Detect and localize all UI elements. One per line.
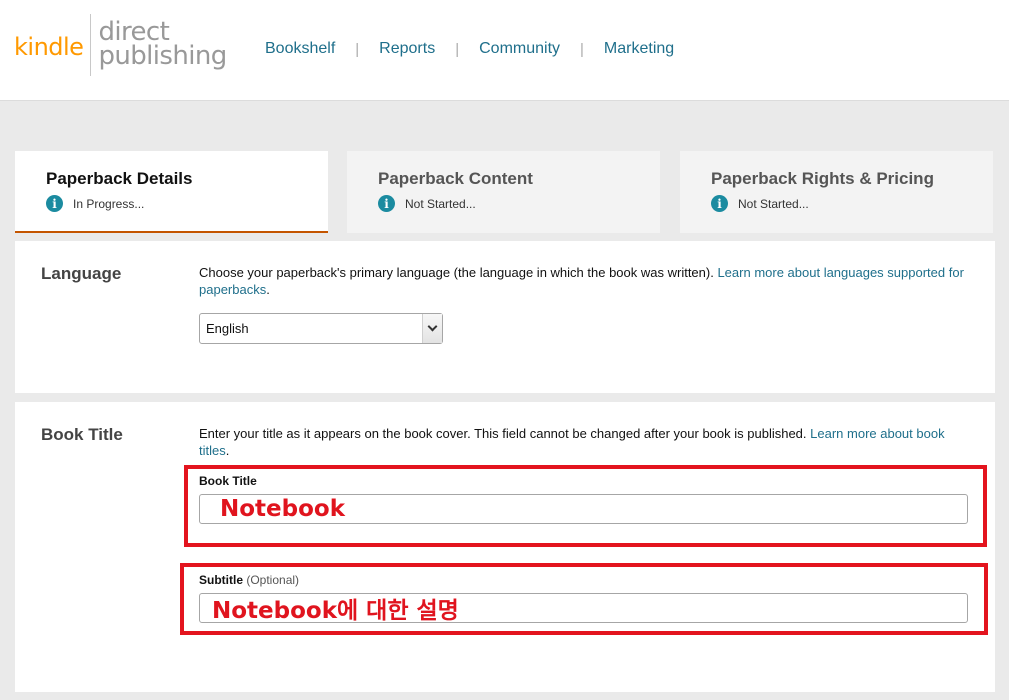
info-icon: i <box>378 195 395 212</box>
tab-paperback-rights-pricing[interactable]: Paperback Rights & Pricing i Not Started… <box>680 151 993 233</box>
book-title-desc-text: Enter your title as it appears on the bo… <box>199 426 807 441</box>
nav-community[interactable]: Community <box>479 40 560 58</box>
book-title-panel: Book Title Enter your title as it appear… <box>15 402 995 692</box>
logo-kindle-text: kindle <box>14 33 84 61</box>
highlight-box-subtitle <box>180 563 988 635</box>
tab-status-text: Not Started... <box>405 196 476 211</box>
section-label-language: Language <box>41 264 122 283</box>
book-title-description: Enter your title as it appears on the bo… <box>199 425 969 459</box>
nav-separator: | <box>455 40 460 58</box>
tab-paperback-content[interactable]: Paperback Content i Not Started... <box>347 151 660 233</box>
tab-status-text: In Progress... <box>73 196 145 211</box>
main-nav: Bookshelf | Reports | Community | Market… <box>265 40 674 58</box>
language-selected-value: English <box>206 321 249 336</box>
tab-status: i Not Started... <box>711 195 993 212</box>
language-desc-text: Choose your paperback's primary language… <box>199 265 714 280</box>
tab-status: i Not Started... <box>378 195 660 212</box>
logo-kdp-text: direct publishing <box>98 19 227 71</box>
nav-separator: | <box>355 40 360 58</box>
tab-title: Paperback Content <box>378 169 533 188</box>
language-description: Choose your paperback's primary language… <box>199 264 969 298</box>
tab-paperback-details[interactable]: Paperback Details i In Progress... <box>15 151 328 233</box>
chevron-down-icon[interactable] <box>422 314 442 343</box>
nav-separator: | <box>580 40 584 58</box>
top-header: kindle direct publishing Bookshelf | Rep… <box>0 0 1009 101</box>
tab-title: Paperback Details <box>46 169 193 188</box>
nav-bookshelf[interactable]: Bookshelf <box>265 40 335 58</box>
info-icon: i <box>711 195 728 212</box>
highlight-box-book-title <box>184 465 987 547</box>
kdp-logo[interactable]: kindle direct publishing <box>14 14 227 78</box>
info-icon: i <box>46 195 63 212</box>
language-panel: Language Choose your paperback's primary… <box>15 241 995 393</box>
nav-marketing[interactable]: Marketing <box>604 40 674 58</box>
tab-status-text: Not Started... <box>738 196 809 211</box>
tab-status: i In Progress... <box>46 195 328 212</box>
nav-reports[interactable]: Reports <box>379 40 435 58</box>
book-title-desc-end: . <box>225 443 230 458</box>
section-label-book-title: Book Title <box>41 425 123 444</box>
logo-line-2: publishing <box>98 41 227 71</box>
language-desc-end: . <box>266 282 270 297</box>
logo-divider <box>90 14 92 76</box>
language-select[interactable]: English <box>199 313 443 344</box>
tab-title: Paperback Rights & Pricing <box>711 169 934 188</box>
